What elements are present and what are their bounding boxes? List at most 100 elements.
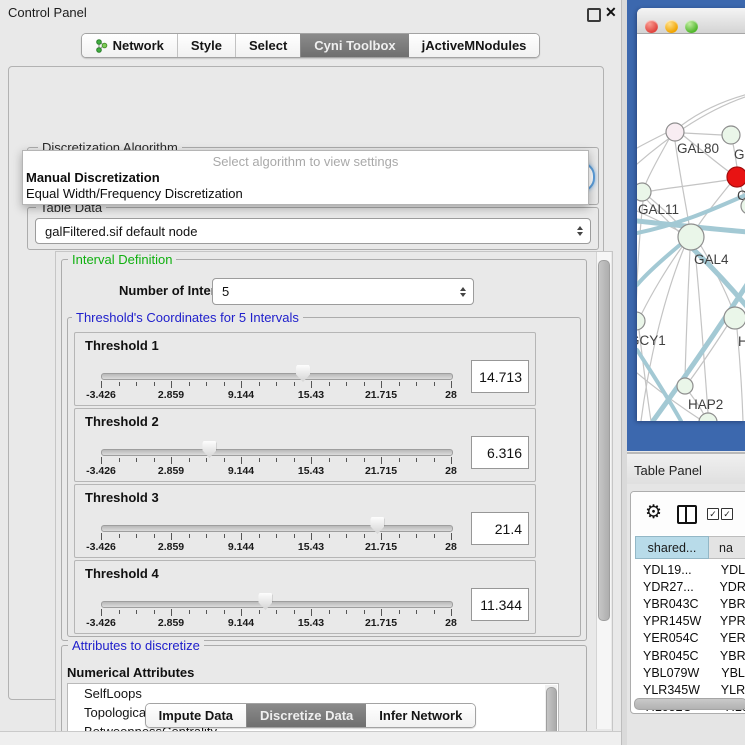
tab-select[interactable]: Select [235, 34, 300, 57]
tab-impute-data[interactable]: Impute Data [146, 704, 246, 727]
node-label-gal80: GAL80 [677, 141, 719, 156]
slider-tick [224, 382, 225, 386]
slider-tick [241, 457, 242, 464]
cyni-mode-tabs: Impute DataDiscretize DataInfer Network [145, 703, 477, 728]
number-of-intervals-value: 5 [213, 284, 460, 299]
checkbox-checked-icon[interactable]: ✓ [707, 508, 719, 520]
table-row[interactable]: YPR145W YPR1 [635, 613, 745, 630]
threshold-panel: Threshold 3 -3.4262.8599.14415.4321.7152… [74, 484, 536, 558]
table-data-combobox[interactable]: galFiltered.sif default node [35, 218, 591, 244]
slider-tick [329, 458, 330, 462]
threshold-1-value-field[interactable] [471, 360, 529, 393]
slider-tick [224, 458, 225, 462]
top-tabbar: NetworkStyleSelectCyni ToolboxjActiveMNo… [0, 33, 621, 58]
slider-tick-label: 28 [445, 389, 457, 401]
slider-tick-label: -3.426 [86, 617, 116, 629]
threshold-2-value-field[interactable] [471, 436, 529, 469]
slider-tick [276, 382, 277, 386]
cell-shared-name: YER054C [635, 631, 706, 645]
slider-tick [206, 610, 207, 614]
network-edge [695, 250, 708, 413]
network-node-g[interactable] [722, 126, 740, 144]
slider-tick [364, 534, 365, 538]
slider-track[interactable] [101, 601, 453, 608]
network-desktop: GAL80GCGAL11GAL4GCY1HHAP2 [627, 0, 745, 451]
slider-tick [364, 382, 365, 386]
threshold-3-value-field[interactable] [471, 512, 529, 545]
cell-shared-name: YDR27... [635, 580, 705, 594]
network-edge [637, 133, 666, 148]
tab-style[interactable]: Style [177, 34, 235, 57]
slider-tick [206, 458, 207, 462]
cell-shared-name: YBR043C [635, 597, 706, 611]
network-node-gcy1[interactable] [637, 312, 645, 330]
network-node-c[interactable] [727, 167, 745, 187]
table-row[interactable]: YBR045C YBR0 [635, 647, 745, 664]
network-edge [642, 247, 682, 313]
slider-tick [381, 457, 382, 464]
slider-tick-label: 28 [445, 465, 457, 477]
table-row[interactable]: YBL079W YBL0 [635, 664, 745, 681]
slider-tick-label: 2.859 [158, 541, 184, 553]
vertical-scrollbar-thumb[interactable] [598, 260, 610, 621]
table-row[interactable]: YDR27... YDR2 [635, 578, 745, 595]
network-node-gal4[interactable] [678, 224, 704, 250]
gear-icon[interactable]: ⚙ [645, 503, 662, 522]
slider-tick [451, 381, 452, 388]
control-panel-tabs: NetworkStyleSelectCyni ToolboxjActiveMNo… [81, 33, 541, 58]
dropdown-option-manual-discretization[interactable]: Manual Discretization [26, 170, 160, 185]
network-edge [691, 326, 727, 379]
split-columns-icon[interactable] [677, 505, 697, 524]
number-of-intervals-combobox[interactable]: 5 [212, 278, 474, 305]
tab-discretize-data[interactable]: Discretize Data [246, 704, 366, 727]
slider-tick [416, 534, 417, 538]
close-light-icon[interactable] [645, 20, 658, 33]
cell-shared-name: YBR045C [635, 649, 706, 663]
threshold-label: Threshold 1 [85, 338, 159, 353]
table-row[interactable]: YLR345W YLR3 [635, 681, 745, 698]
dropdown-option-equal-width-frequency[interactable]: Equal Width/Frequency Discretization [26, 186, 243, 201]
network-node-h[interactable] [724, 307, 745, 329]
network-node[interactable] [699, 413, 717, 421]
table-row[interactable]: YER054C YER0 [635, 630, 745, 647]
node-label-gal4: GAL4 [694, 252, 729, 267]
float-panel-icon[interactable] [587, 8, 601, 22]
horizontal-scrollbar-thumb[interactable] [634, 698, 745, 710]
tab-cyni-toolbox[interactable]: Cyni Toolbox [300, 34, 408, 57]
minimize-light-icon[interactable] [665, 20, 678, 33]
network-node-gal11[interactable] [637, 183, 651, 201]
numerical-attributes-label: Numerical Attributes [67, 665, 194, 680]
slider-tick [294, 534, 295, 538]
tab-infer-network[interactable]: Infer Network [366, 704, 475, 727]
slider-tick [346, 610, 347, 614]
network-edge [684, 133, 722, 135]
slider-track[interactable] [101, 525, 453, 532]
slider-tick [189, 610, 190, 614]
checkbox-checked-icon[interactable]: ✓ [721, 508, 733, 520]
panel-title: Control Panel [8, 5, 87, 20]
slider-tick [294, 382, 295, 386]
network-canvas[interactable]: GAL80GCGAL11GAL4GCY1HHAP2 [637, 34, 745, 421]
tab-jactivemnodules[interactable]: jActiveMNodules [409, 34, 540, 57]
close-panel-icon[interactable]: ✕ [605, 4, 617, 21]
tab-network[interactable]: Network [82, 34, 177, 57]
slider-tick [206, 382, 207, 386]
network-node-gal80[interactable] [666, 123, 684, 141]
network-node-hap2[interactable] [677, 378, 693, 394]
threshold-4-value-field[interactable] [471, 588, 529, 621]
attribute-item-selfloops[interactable]: SelfLoops [68, 684, 558, 703]
cell-shared-name: YLR345W [635, 683, 707, 697]
slider-tick [434, 534, 435, 538]
slider-tick [416, 610, 417, 614]
table-row[interactable]: YBR043C YBR0 [635, 595, 745, 612]
slider-track[interactable] [101, 373, 453, 380]
slider-tick-label: -3.426 [86, 465, 116, 477]
slider-tick [399, 458, 400, 462]
node-label-hap2: HAP2 [688, 397, 723, 412]
table-row[interactable]: YDL19... YDL1 [635, 561, 745, 578]
zoom-light-icon[interactable] [685, 20, 698, 33]
column-header-shared-name[interactable]: shared... [635, 536, 709, 559]
slider-tick [451, 457, 452, 464]
column-header-name[interactable]: na [709, 536, 745, 559]
slider-track[interactable] [101, 449, 453, 456]
